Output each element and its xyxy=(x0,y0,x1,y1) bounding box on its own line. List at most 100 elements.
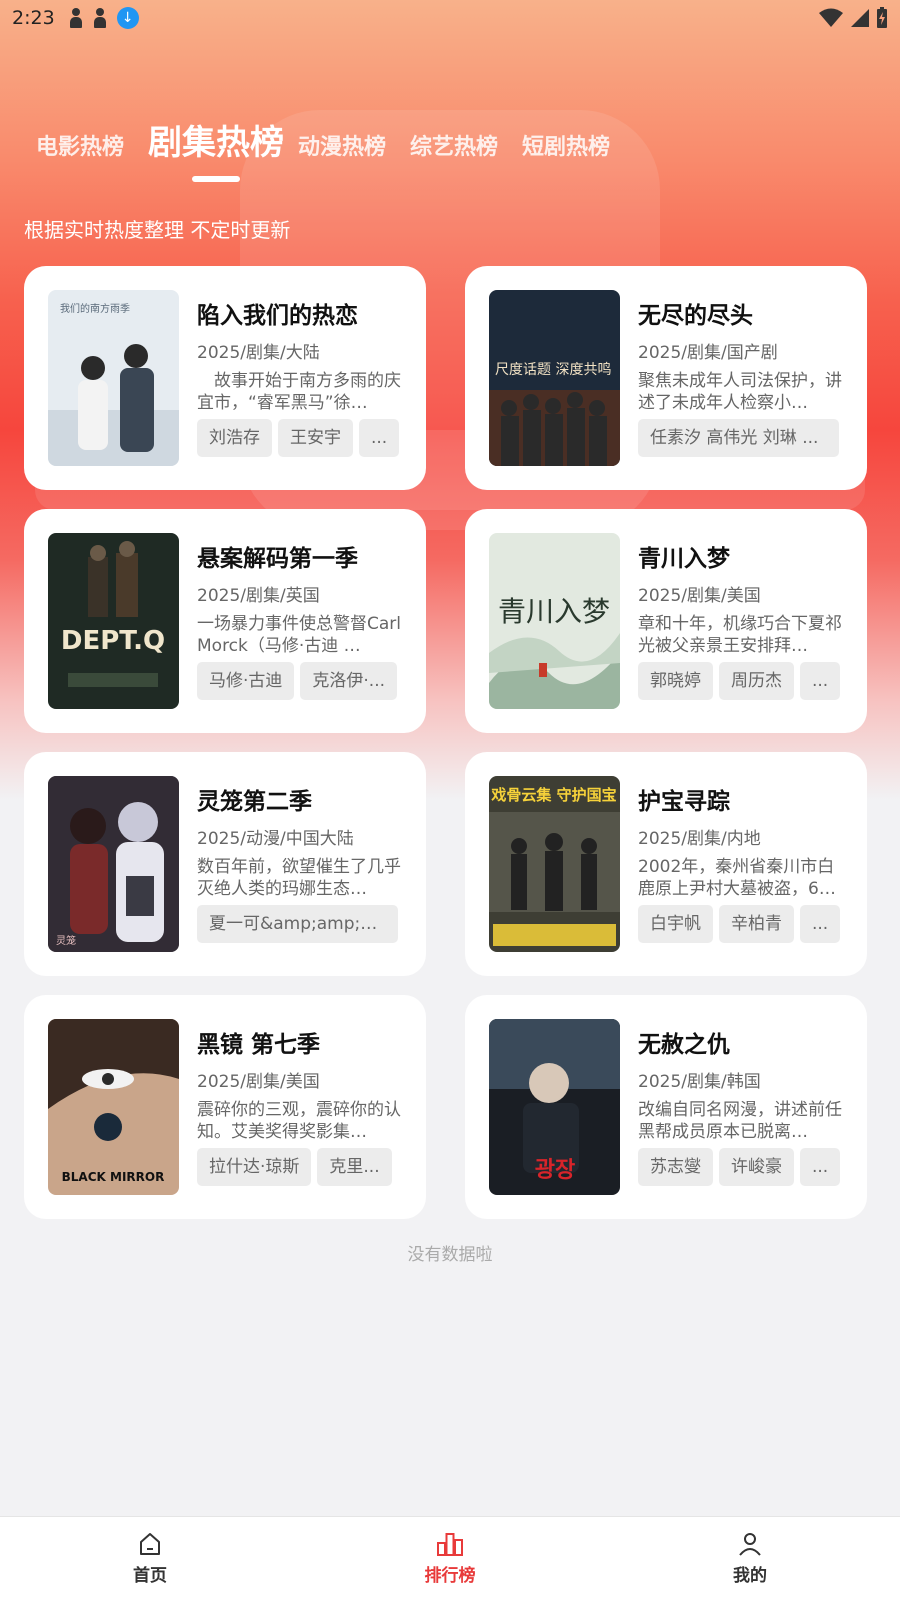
cast-tags: 夏一可&amp;amp;nb... xyxy=(197,905,402,943)
cast-tag[interactable]: 白宇帆 xyxy=(638,905,713,943)
poster-image: 戏骨云集 守护国宝 xyxy=(489,776,620,952)
cast-tag-more[interactable]: ... xyxy=(800,905,841,943)
cast-tags: 马修·古迪 克洛伊·... xyxy=(197,662,402,700)
show-card[interactable]: 我们的南方雨季 陷入我们的热恋 2025/剧集/大陆 故事开始于南方多雨的庆宜市… xyxy=(24,266,426,490)
cast-tags: 刘浩存 王安宇 ... xyxy=(197,419,402,457)
category-tabs: 电影热榜 剧集热榜 动漫热榜 综艺热榜 短剧热榜 xyxy=(36,108,634,182)
show-title: 悬案解码第一季 xyxy=(197,546,358,572)
poster-image: DEPT.Q xyxy=(48,533,179,709)
show-description: 故事开始于南方多雨的庆宜市，“睿军黑马”徐… xyxy=(197,371,401,413)
cast-tag[interactable]: 克洛伊·... xyxy=(300,662,398,700)
poster-title: 青川入梦 xyxy=(498,595,610,628)
battery-icon xyxy=(877,7,887,28)
end-of-list-text: 没有数据啦 xyxy=(407,1245,493,1265)
show-meta: 2025/动漫/中国大陆 xyxy=(197,829,354,849)
show-meta: 2025/剧集/美国 xyxy=(638,586,761,606)
poster-title: 戏骨云集 守护国宝 xyxy=(490,786,616,804)
signal-icon xyxy=(851,9,869,27)
home-icon xyxy=(140,1533,160,1555)
tab-series[interactable]: 剧集热榜 xyxy=(148,118,284,182)
show-card[interactable]: 青川入梦 青川入梦 2025/剧集/美国 章和十年，机缘巧合下夏祁光被父亲景王安… xyxy=(465,509,867,733)
poster-title: BLACK MIRROR xyxy=(62,1170,165,1184)
poster-image: 尺度话题 深度共鸣 xyxy=(489,290,620,466)
ranking-icon xyxy=(437,1533,463,1556)
poster-image: 灵笼 xyxy=(48,776,179,952)
poster-image: 青川入梦 xyxy=(489,533,620,709)
show-card[interactable]: BLACK MIRROR 黑镜 第七季 2025/剧集/美国 震碎你的三观，震碎… xyxy=(24,995,426,1219)
cast-tag[interactable]: 克里... xyxy=(317,1148,392,1186)
poster-image: 我们的南方雨季 xyxy=(48,290,179,466)
show-meta: 2025/剧集/韩国 xyxy=(638,1072,761,1092)
show-meta: 2025/剧集/国产剧 xyxy=(638,343,778,363)
cast-tags: 苏志燮 许峻豪 ... xyxy=(638,1148,843,1186)
show-card[interactable]: 戏骨云集 守护国宝 护宝寻踪 2025/剧集/内地 2002年，秦州省秦川市白鹿… xyxy=(465,752,867,976)
show-description: 一场暴力事件使总警督Carl Morck（马修·古迪 … xyxy=(197,614,401,656)
cast-tags: 郭晓婷 周历杰 ... xyxy=(638,662,843,700)
cast-tags: 白宇帆 辛柏青 ... xyxy=(638,905,843,943)
poster-title: 灵笼 xyxy=(56,934,76,947)
notification-person-icon xyxy=(69,8,83,28)
show-title: 黑镜 第七季 xyxy=(197,1032,321,1058)
nav-ranking-label: 排行榜 xyxy=(424,1566,476,1586)
show-title: 无赦之仇 xyxy=(638,1032,730,1058)
show-card[interactable]: 尺度话题 深度共鸣 无尽的尽头 2025/剧集/国产剧 聚焦未成年人司法保护，讲… xyxy=(465,266,867,490)
poster-title: 我们的南方雨季 xyxy=(60,302,130,315)
cast-tag[interactable]: 辛柏青 xyxy=(719,905,794,943)
nav-ranking[interactable]: 排行榜 xyxy=(300,1517,600,1600)
status-time: 2:23 xyxy=(12,7,55,29)
cast-tag[interactable]: 周历杰 xyxy=(719,662,794,700)
tab-anime[interactable]: 动漫热榜 xyxy=(298,128,386,168)
cast-tag[interactable]: 许峻豪 xyxy=(719,1148,794,1186)
show-description: 改编自同名网漫，讲述前任黑帮成员原本已脱离… xyxy=(638,1100,842,1142)
show-meta: 2025/剧集/内地 xyxy=(638,829,761,849)
download-icon: ↓ xyxy=(116,7,139,29)
show-description: 震碎你的三观，震碎你的认知。艾美奖得奖影集… xyxy=(197,1100,401,1142)
show-title: 无尽的尽头 xyxy=(638,303,753,329)
poster-title: 광장 xyxy=(535,1158,575,1183)
cast-tag[interactable]: 郭晓婷 xyxy=(638,662,713,700)
tab-movies[interactable]: 电影热榜 xyxy=(36,128,124,168)
show-meta: 2025/剧集/美国 xyxy=(197,1072,320,1092)
nav-profile[interactable]: 我的 xyxy=(600,1517,900,1600)
bottom-navigation: 首页 排行榜 我的 xyxy=(0,1516,900,1600)
cast-tag-more[interactable]: ... xyxy=(800,1148,841,1186)
nav-profile-label: 我的 xyxy=(733,1566,767,1586)
cast-tag[interactable]: 夏一可&amp;amp;nb... xyxy=(197,905,398,943)
show-card[interactable]: 광장 无赦之仇 2025/剧集/韩国 改编自同名网漫，讲述前任黑帮成员原本已脱离… xyxy=(465,995,867,1219)
cast-tag-more[interactable]: ... xyxy=(800,662,841,700)
cast-tag[interactable]: 刘浩存 xyxy=(197,419,272,457)
tab-short-drama[interactable]: 短剧热榜 xyxy=(522,128,610,168)
cast-tag[interactable]: 王安宇 xyxy=(278,419,353,457)
cast-tag-more[interactable]: ... xyxy=(359,419,400,457)
show-title: 灵笼第二季 xyxy=(197,789,312,815)
cast-tags: 任素汐 高伟光 刘琳 ... xyxy=(638,419,843,457)
poster-image: BLACK MIRROR xyxy=(48,1019,179,1195)
tab-variety[interactable]: 综艺热榜 xyxy=(410,128,498,168)
user-icon xyxy=(739,1533,761,1556)
show-title: 青川入梦 xyxy=(638,546,730,572)
show-description: 聚焦未成年人司法保护，讲述了未成年人检察小… xyxy=(638,371,842,413)
poster-title: 尺度话题 深度共鸣 xyxy=(495,361,611,378)
status-bar: 2:23 ↓ xyxy=(0,0,900,36)
notification-person-icon xyxy=(93,8,107,28)
nav-home-label: 首页 xyxy=(133,1566,167,1586)
cast-tag[interactable]: 马修·古迪 xyxy=(197,662,295,700)
show-description: 数百年前，欲望催生了几乎灭绝人类的玛娜生态… xyxy=(197,857,401,899)
nav-home[interactable]: 首页 xyxy=(0,1517,300,1600)
page-subtitle: 根据实时热度整理 不定时更新 xyxy=(24,218,291,242)
cast-tag[interactable]: 拉什达·琼斯 xyxy=(197,1148,312,1186)
show-description: 章和十年，机缘巧合下夏祁光被父亲景王安排拜… xyxy=(638,614,842,656)
show-description: 2002年，秦州省秦川市白鹿原上尹村大墓被盗，6… xyxy=(638,857,836,899)
show-card[interactable]: 灵笼 灵笼第二季 2025/动漫/中国大陆 数百年前，欲望催生了几乎灭绝人类的玛… xyxy=(24,752,426,976)
poster-title: DEPT.Q xyxy=(61,626,165,656)
show-title: 护宝寻踪 xyxy=(638,789,730,815)
cast-tags: 拉什达·琼斯 克里... xyxy=(197,1148,402,1186)
poster-image: 광장 xyxy=(489,1019,620,1195)
cast-tag[interactable]: 苏志燮 xyxy=(638,1148,713,1186)
wifi-icon xyxy=(819,8,843,27)
show-card[interactable]: DEPT.Q 悬案解码第一季 2025/剧集/英国 一场暴力事件使总警督Carl… xyxy=(24,509,426,733)
show-meta: 2025/剧集/大陆 xyxy=(197,343,320,363)
cast-tag[interactable]: 任素汐 高伟光 刘琳 ... xyxy=(638,419,839,457)
show-title: 陷入我们的热恋 xyxy=(197,303,358,329)
show-meta: 2025/剧集/英国 xyxy=(197,586,320,606)
